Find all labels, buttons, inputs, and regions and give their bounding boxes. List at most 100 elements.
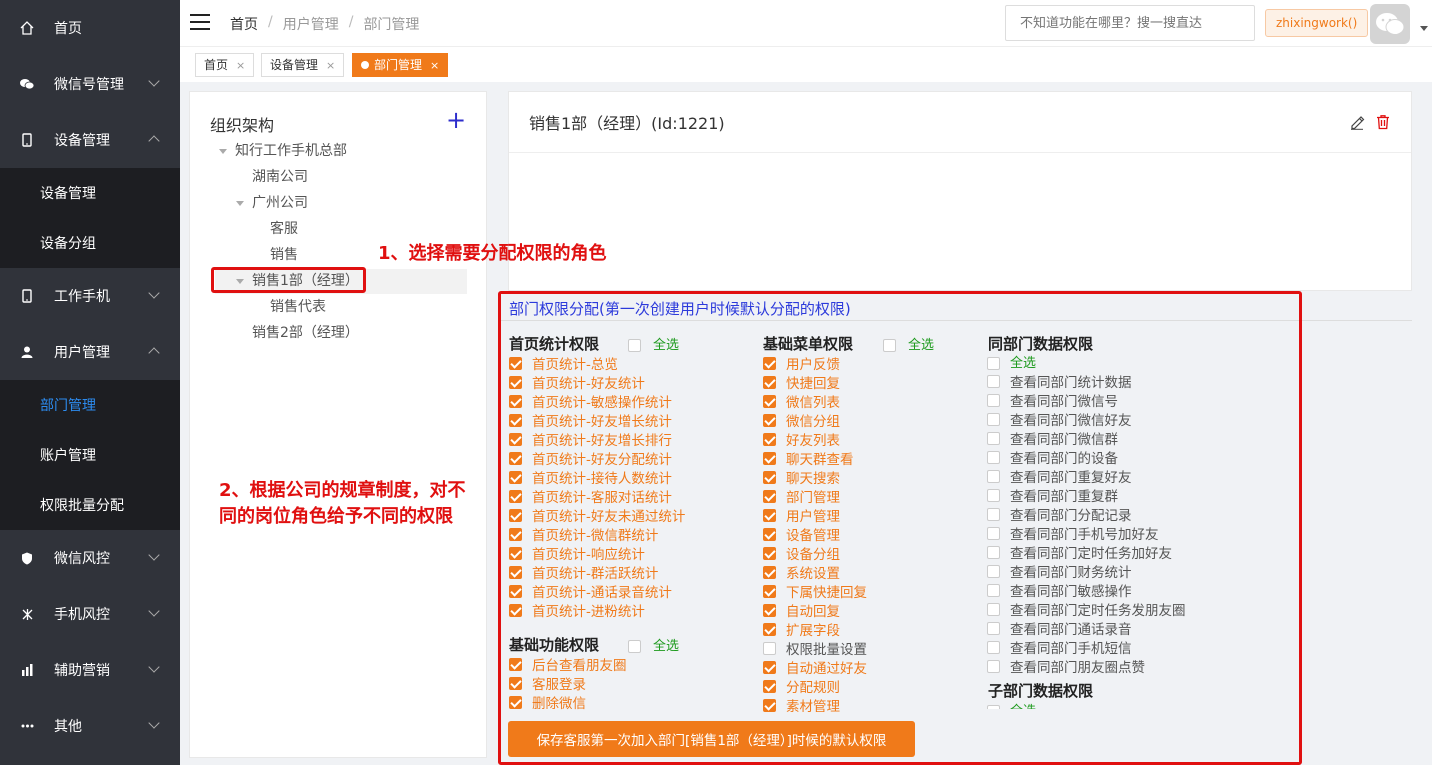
wechat-icon [20, 77, 34, 91]
chevron-down-icon [148, 661, 160, 673]
sidebar-item-wechat[interactable]: 微信号管理 [0, 56, 180, 112]
tree-node-label: 客服 [270, 221, 298, 237]
tree-node[interactable]: 知行工作手机总部 [219, 140, 347, 162]
menu-toggle-icon[interactable] [190, 14, 210, 30]
breadcrumb-department: 部门管理 [363, 17, 420, 33]
add-icon[interactable]: + [446, 108, 466, 132]
user-name-badge[interactable]: zhixingwork() [1265, 9, 1369, 37]
caret-down-icon[interactable] [236, 200, 244, 206]
tree-node-label: 销售2部（经理） [252, 325, 359, 341]
sidebar-item-label: 微信号管理 [54, 77, 124, 93]
tabs-bar: 首页 × 设备管理 × 部门管理 × [180, 46, 1432, 82]
close-icon[interactable]: × [236, 59, 245, 72]
org-tree-panel: 组织架构 + 知行工作手机总部 湖南公司 广州公司 客服 销售 销售1部（经理）… [189, 91, 487, 758]
sidebar-item-label: 微信风控 [54, 551, 110, 567]
chevron-down-icon [148, 605, 160, 617]
breadcrumb-user-manage[interactable]: 用户管理 [283, 14, 339, 34]
tree-node[interactable]: 销售 [270, 244, 298, 266]
tree-node-label: 湖南公司 [252, 169, 308, 185]
sidebar-item-label: 首页 [54, 21, 82, 37]
caret-down-icon[interactable] [219, 148, 227, 154]
tab-department[interactable]: 部门管理 × [352, 53, 449, 77]
chevron-down-icon [148, 717, 160, 729]
shield-icon [20, 551, 34, 565]
chevron-down-icon [148, 287, 160, 299]
sidebar-item-label: 工作手机 [54, 289, 110, 305]
breadcrumb-home[interactable]: 首页 [230, 14, 258, 34]
sidebar-item-user-manage[interactable]: 用户管理 [0, 324, 180, 380]
sidebar-item-label: 设备分组 [40, 236, 96, 252]
annotation-step-1: 1、选择需要分配权限的角色 [378, 243, 607, 264]
sidebar-item-label: 其他 [54, 719, 82, 735]
tab-device-manage[interactable]: 设备管理 × [261, 53, 345, 77]
sidebar: 首页 微信号管理 设备管理 设备管理 设备分组 工作手机 用户管理 部门管理 账… [0, 0, 180, 765]
delete-icon[interactable] [1375, 114, 1391, 134]
top-bar: 首页 / 用户管理 / 部门管理 zhixingwork() [180, 0, 1432, 46]
submenu-device: 设备管理 设备分组 [0, 168, 180, 268]
annotation-step-2-line2: 同的岗位角色给予不同的权限 [219, 506, 453, 527]
sidebar-item-label: 设备管理 [40, 186, 96, 202]
sidebar-item-other[interactable]: 其他 [0, 698, 180, 754]
tree-node-label: 知行工作手机总部 [235, 143, 347, 159]
edit-icon[interactable] [1349, 114, 1365, 134]
device-icon [20, 133, 34, 147]
breadcrumb-separator: / [268, 14, 273, 30]
sidebar-item-label: 账户管理 [40, 448, 96, 464]
active-dot-icon [361, 61, 369, 69]
sidebar-subitem-batch-permission[interactable]: 权限批量分配 [0, 480, 180, 530]
sidebar-item-label: 手机风控 [54, 607, 110, 623]
sidebar-item-label: 用户管理 [54, 345, 110, 361]
breadcrumb-separator: / [348, 14, 354, 30]
tab-home[interactable]: 首页 × [195, 53, 255, 77]
tree-node[interactable]: 客服 [270, 218, 298, 240]
tree-node[interactable]: 湖南公司 [252, 166, 308, 188]
divider [509, 152, 1411, 153]
tree-node-label: 销售 [270, 247, 298, 263]
risk-icon [20, 607, 34, 621]
wechat-avatar-icon [1376, 13, 1405, 35]
sidebar-item-device[interactable]: 设备管理 [0, 112, 180, 168]
user-icon [20, 345, 34, 359]
tree-node-label: 广州公司 [252, 195, 308, 211]
department-title: 销售1部（经理）(Id:1221) [529, 114, 725, 133]
sidebar-subitem-device-group[interactable]: 设备分组 [0, 218, 180, 268]
annotation-step-2-line1: 2、根据公司的规章制度，对不 [219, 480, 466, 501]
close-icon[interactable]: × [326, 59, 335, 72]
home-icon [20, 21, 34, 35]
submenu-user: 部门管理 账户管理 权限批量分配 [0, 380, 180, 530]
tab-label: 部门管理 [374, 58, 423, 72]
department-detail-panel: 销售1部（经理）(Id:1221) [508, 91, 1412, 291]
sidebar-item-home[interactable]: 首页 [0, 0, 180, 56]
sidebar-subitem-account[interactable]: 账户管理 [0, 430, 180, 480]
annotation-highlight-node [211, 267, 366, 293]
sidebar-item-marketing[interactable]: 辅助营销 [0, 642, 180, 698]
more-icon [20, 719, 34, 733]
chevron-up-icon [148, 135, 160, 147]
chevron-up-icon [148, 347, 160, 359]
sidebar-item-label: 设备管理 [54, 133, 110, 149]
tree-node[interactable]: 销售2部（经理） [252, 322, 359, 344]
sidebar-item-label: 权限批量分配 [40, 498, 124, 514]
chart-icon [20, 663, 34, 677]
chevron-down-icon [148, 549, 160, 561]
sidebar-item-phone-risk[interactable]: 手机风控 [0, 586, 180, 642]
tree-node-label: 销售代表 [270, 299, 326, 315]
chevron-down-icon [148, 75, 160, 87]
tab-label: 首页 [204, 58, 229, 72]
sidebar-subitem-device-manage[interactable]: 设备管理 [0, 168, 180, 218]
tab-label: 设备管理 [270, 58, 319, 72]
tree-node[interactable]: 销售代表 [270, 296, 326, 318]
tree-node[interactable]: 广州公司 [236, 192, 308, 214]
avatar[interactable] [1370, 4, 1410, 44]
annotation-highlight-permissions [498, 291, 1302, 765]
sidebar-item-label: 辅助营销 [54, 663, 110, 679]
org-tree-title: 组织架构 [210, 116, 275, 135]
sidebar-item-label: 部门管理 [40, 398, 96, 414]
sidebar-subitem-department[interactable]: 部门管理 [0, 380, 180, 430]
search-input[interactable] [1005, 5, 1255, 41]
sidebar-item-wechat-risk[interactable]: 微信风控 [0, 530, 180, 586]
sidebar-item-work-phone[interactable]: 工作手机 [0, 268, 180, 324]
close-icon[interactable]: × [430, 59, 439, 72]
phone-icon [20, 289, 34, 303]
caret-down-icon[interactable] [1420, 26, 1428, 31]
